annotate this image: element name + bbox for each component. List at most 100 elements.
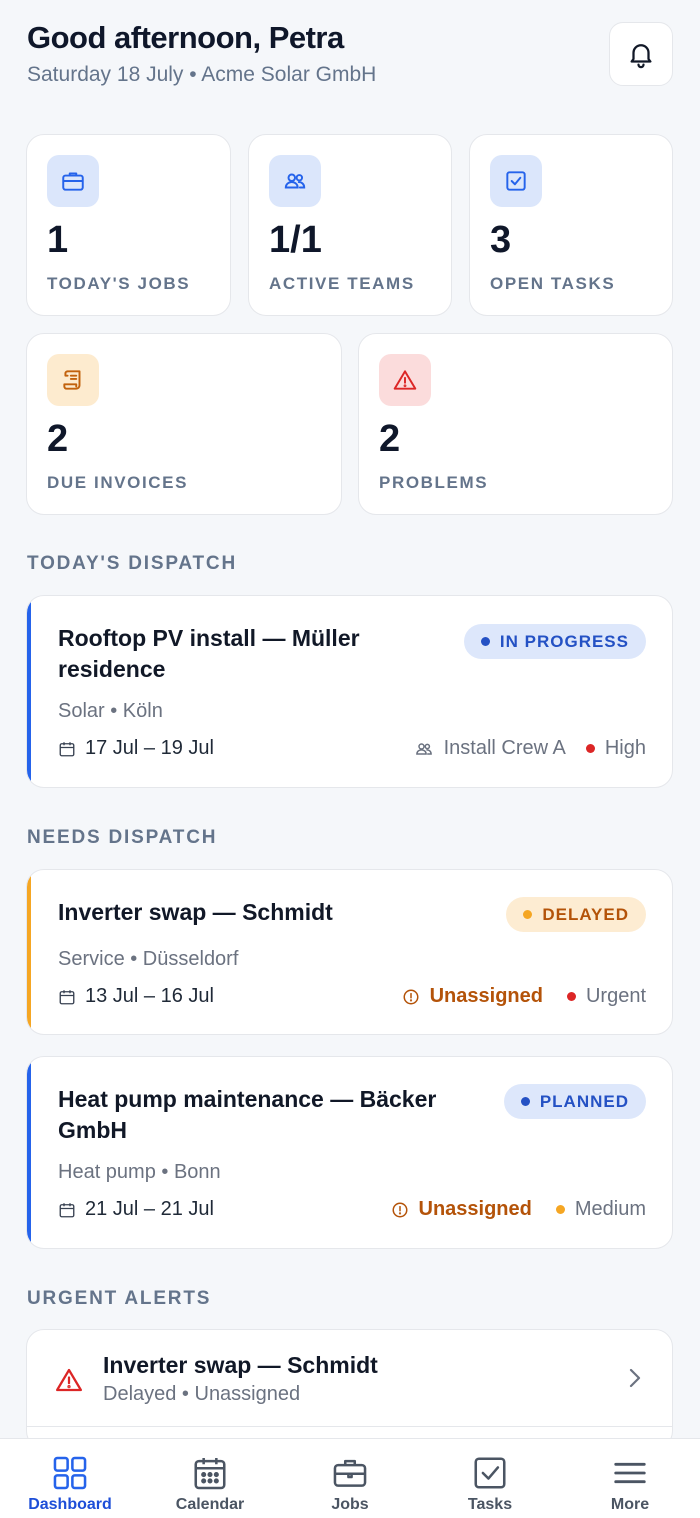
stat-label: PROBLEMS	[379, 473, 489, 492]
section-title-urgent-alerts: URGENT ALERTS	[27, 1288, 212, 1309]
stat-label: DUE INVOICES	[47, 473, 189, 492]
alert-subtitle: Delayed • Unassigned	[103, 1383, 301, 1405]
nav-calendar[interactable]: Calendar	[140, 1439, 280, 1518]
stat-label: OPEN TASKS	[490, 274, 616, 293]
section-title-needs-dispatch: NEEDS DISPATCH	[27, 827, 218, 848]
job-meta: Service • Düsseldorf	[58, 948, 239, 970]
priority-dot	[585, 744, 595, 753]
stat-card-open-tasks[interactable]: 3 OPEN TASKS	[469, 134, 673, 316]
chevron-right-icon	[629, 1368, 641, 1388]
nav-label: Dashboard	[28, 1496, 112, 1513]
status-label: IN PROGRESS	[499, 631, 629, 651]
job-title: Rooftop PV install — Müller residence	[58, 623, 458, 685]
calendar-icon	[59, 741, 75, 756]
stat-value: 1	[47, 219, 69, 261]
dashboard-grid-icon	[50, 1453, 90, 1493]
stat-value: 2	[379, 418, 401, 460]
job-title-line1: Rooftop PV install — Müller	[58, 625, 360, 651]
status-label: DELAYED	[542, 904, 629, 924]
job-meta: Solar • Köln	[58, 700, 163, 722]
stat-card-problems[interactable]: 2 PROBLEMS	[358, 333, 673, 515]
status-dot	[523, 910, 533, 919]
job-card-rooftop-pv[interactable]: Rooftop PV install — Müller residence IN…	[26, 595, 673, 788]
assignee-label: Unassigned	[429, 985, 543, 1007]
stat-value: 3	[490, 219, 512, 261]
stat-value: 1/1	[269, 219, 322, 261]
divider	[27, 1426, 672, 1427]
job-meta: Heat pump • Bonn	[58, 1161, 221, 1183]
job-assignment: Unassigned Medium	[391, 1198, 646, 1221]
calendar-icon	[59, 989, 75, 1004]
notifications-button[interactable]	[609, 22, 673, 86]
briefcase-icon	[330, 1453, 370, 1493]
stat-card-todays-jobs[interactable]: 1 TODAY'S JOBS	[26, 134, 231, 316]
alert-circle-icon	[403, 989, 419, 1004]
status-badge: IN PROGRESS	[463, 624, 646, 659]
receipt-icon	[47, 354, 99, 406]
urgent-alerts-list: Inverter swap — Schmidt Delayed • Unassi…	[26, 1329, 673, 1438]
nav-more[interactable]: More	[560, 1439, 700, 1518]
status-label: PLANNED	[539, 1091, 629, 1111]
stat-value: 2	[47, 418, 69, 460]
nav-label: Calendar	[175, 1496, 245, 1513]
dashboard-page: Good afternoon, Petra Saturday 18 July •…	[0, 0, 700, 1438]
job-title: Inverter swap — Schmidt	[58, 899, 333, 925]
stat-label: ACTIVE TEAMS	[269, 274, 415, 293]
job-title-line2: GmbH	[58, 1117, 127, 1143]
job-title: Heat pump maintenance — Bäcker GmbH	[58, 1084, 498, 1146]
job-dates: 21 Jul – 21 Jul	[58, 1198, 214, 1221]
status-badge: DELAYED	[506, 897, 646, 932]
job-dates: 13 Jul – 16 Jul	[58, 985, 214, 1008]
accent-bar	[27, 1057, 31, 1248]
alert-title: Inverter swap — Schmidt	[103, 1352, 378, 1378]
checkbox-icon	[490, 155, 542, 207]
assignee-label: Install Crew A	[443, 737, 566, 759]
calendar-icon	[190, 1453, 230, 1493]
page-title: Good afternoon, Petra	[27, 20, 344, 55]
nav-dashboard[interactable]: Dashboard	[0, 1439, 140, 1518]
stat-label: TODAY'S JOBS	[47, 274, 191, 293]
job-card-inverter-swap[interactable]: Inverter swap — Schmidt DELAYED Service …	[26, 869, 673, 1035]
priority-dot	[555, 1205, 565, 1214]
date-company-subtitle: Saturday 18 July • Acme Solar GmbH	[27, 63, 377, 86]
alert-circle-icon	[392, 1202, 407, 1217]
bottom-navigation: Dashboard Calendar Jobs Tasks More	[0, 1438, 700, 1518]
nav-label: Jobs	[331, 1496, 369, 1513]
briefcase-icon	[47, 155, 99, 207]
job-assignment: Unassigned Urgent	[402, 985, 646, 1008]
checkbox-icon	[470, 1453, 510, 1493]
priority-label: Urgent	[585, 985, 646, 1007]
priority-label: Medium	[574, 1198, 646, 1220]
job-assignment: Install Crew A High	[414, 737, 646, 760]
warning-icon	[56, 1368, 82, 1392]
job-dates-text: 13 Jul – 16 Jul	[85, 985, 214, 1007]
status-dot	[520, 1097, 530, 1106]
stat-card-due-invoices[interactable]: 2 DUE INVOICES	[26, 333, 342, 515]
alert-item[interactable]: Inverter swap — Schmidt Delayed • Unassi…	[27, 1330, 672, 1426]
job-dates: 17 Jul – 19 Jul	[58, 737, 214, 760]
job-dates-text: 17 Jul – 19 Jul	[85, 737, 214, 759]
warning-icon	[379, 354, 431, 406]
section-title-todays-dispatch: TODAY'S DISPATCH	[27, 553, 237, 574]
calendar-icon	[59, 1202, 75, 1217]
status-badge: PLANNED	[503, 1084, 646, 1119]
nav-label: Tasks	[467, 1496, 513, 1513]
priority-dot	[566, 992, 576, 1001]
job-card-heat-pump[interactable]: Heat pump maintenance — Bäcker GmbH PLAN…	[26, 1056, 673, 1249]
accent-bar	[27, 596, 31, 787]
stat-card-active-teams[interactable]: 1/1 ACTIVE TEAMS	[248, 134, 452, 316]
users-icon	[415, 742, 432, 755]
priority-label: High	[604, 737, 646, 759]
menu-icon	[610, 1453, 650, 1493]
users-icon	[269, 155, 321, 207]
nav-label: More	[610, 1496, 650, 1513]
job-title-line1: Heat pump maintenance — Bäcker	[58, 1086, 437, 1112]
assignee-label: Unassigned	[418, 1198, 532, 1220]
nav-tasks[interactable]: Tasks	[420, 1439, 560, 1518]
job-title-line2: residence	[58, 656, 166, 682]
nav-jobs[interactable]: Jobs	[280, 1439, 420, 1518]
job-dates-text: 21 Jul – 21 Jul	[85, 1198, 214, 1220]
bell-icon	[630, 44, 652, 69]
status-dot	[480, 637, 490, 646]
accent-bar	[27, 870, 31, 1034]
